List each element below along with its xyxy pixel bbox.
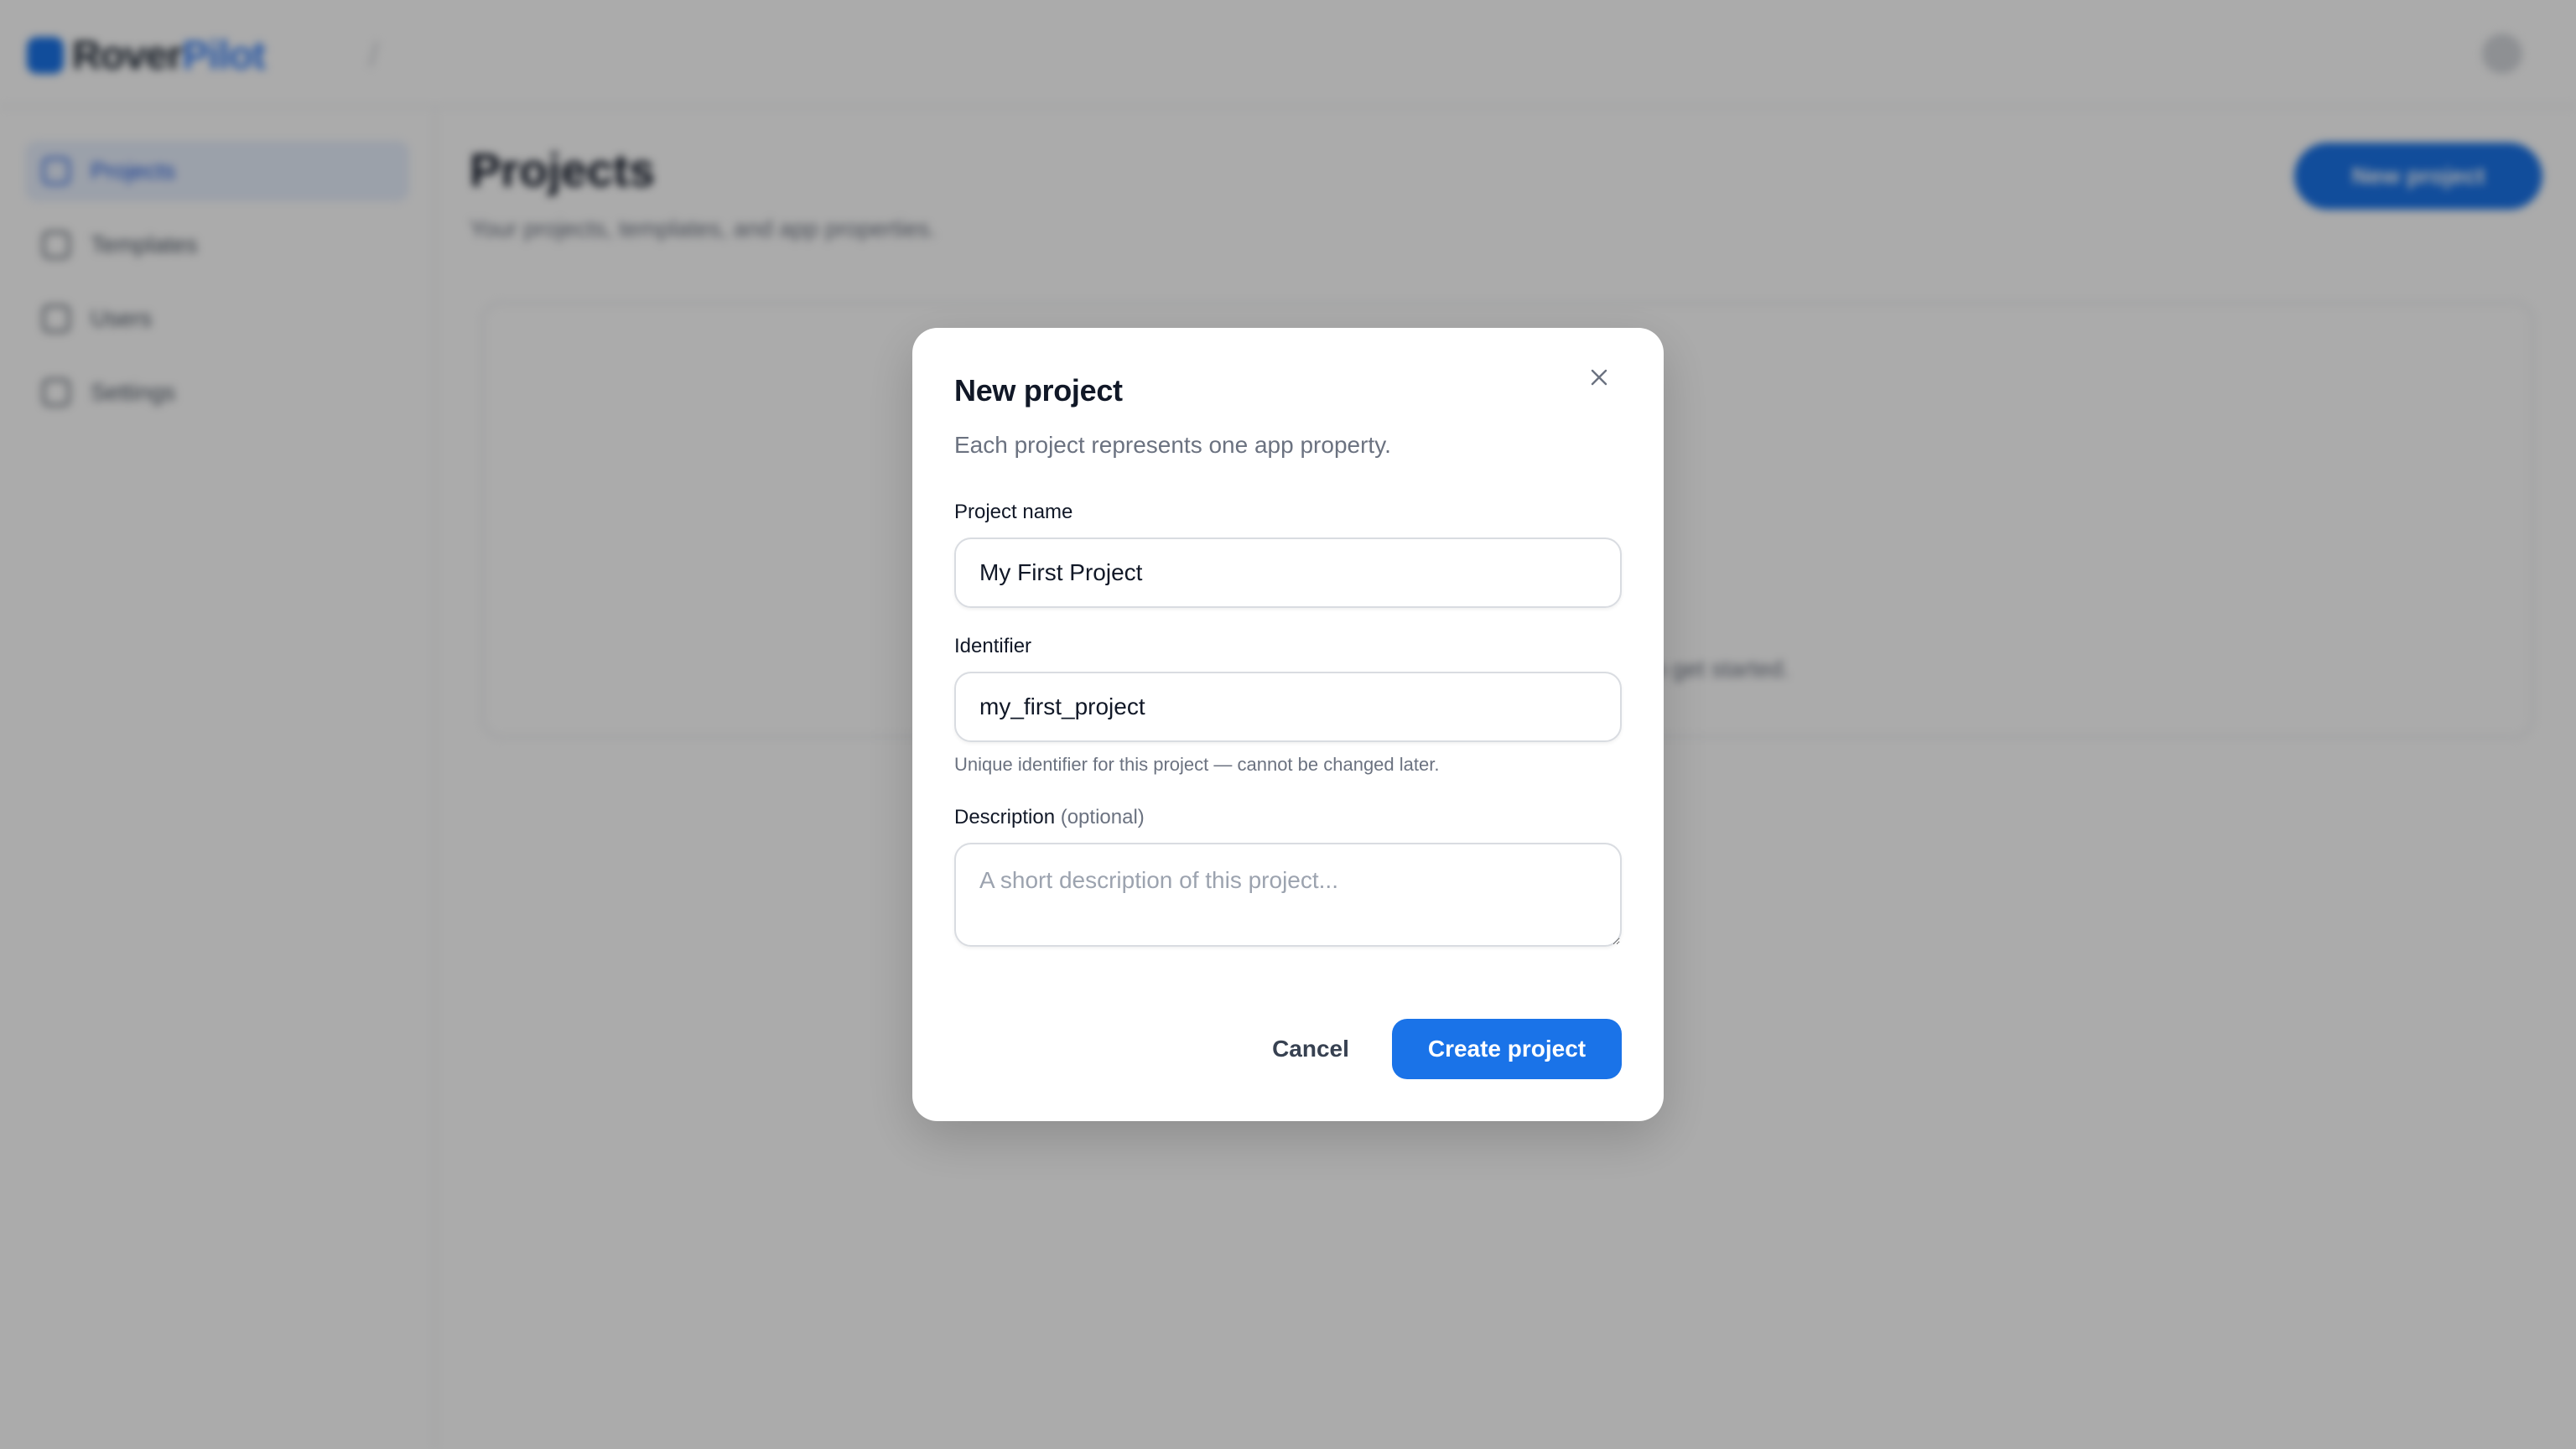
description-label-text: Description [954,806,1056,828]
description-textarea[interactable] [954,843,1622,947]
project-name-label: Project name [954,501,1073,523]
dialog-subtitle: Each project represents one app property… [954,432,1391,458]
optional-tag: (optional) [1060,806,1145,828]
identifier-hint: Unique identifier for this project — can… [954,754,1440,775]
cancel-button[interactable]: Cancel [1248,1019,1374,1079]
description-label: Description (optional) [954,806,1145,829]
close-button[interactable] [1587,365,1612,390]
dialog-title: New project [954,373,1123,408]
new-project-dialog: New project Each project represents one … [912,328,1664,1121]
close-icon [1591,369,1607,386]
create-project-button[interactable]: Create project [1392,1019,1622,1079]
identifier-label: Identifier [954,635,1032,657]
project-name-input[interactable] [954,538,1622,608]
identifier-input[interactable] [954,672,1622,742]
